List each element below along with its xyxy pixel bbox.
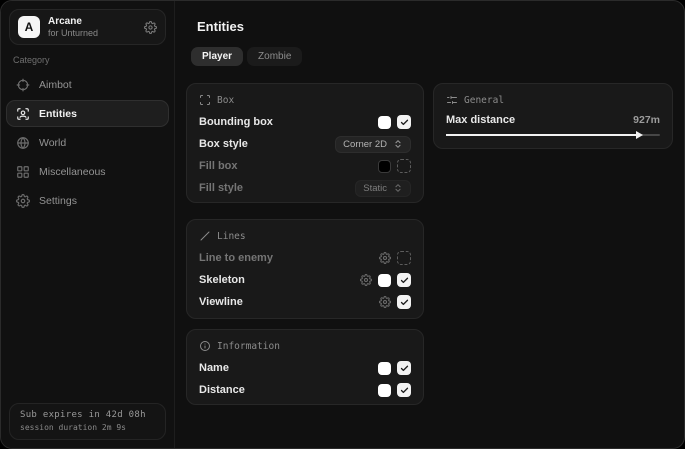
fill-box-color-swatch[interactable]: [378, 160, 391, 173]
max-distance-slider[interactable]: [446, 134, 660, 136]
tab-zombie[interactable]: Zombie: [247, 47, 302, 66]
crosshair-icon: [16, 78, 30, 92]
row-label: Fill style: [199, 182, 243, 194]
page-title: Entities: [197, 19, 244, 34]
dropdown-value: Corner 2D: [343, 139, 387, 150]
app-subtitle: for Unturned: [48, 28, 136, 38]
sidebar-item-entities[interactable]: Entities: [6, 100, 169, 127]
row-label: Skeleton: [199, 274, 245, 286]
row-label: Line to enemy: [199, 252, 273, 264]
fill-style-dropdown[interactable]: Static: [355, 180, 411, 197]
row-distance: Distance: [199, 379, 411, 401]
sliders-icon: [446, 94, 458, 106]
diagonal-line-icon: [199, 230, 211, 242]
info-icon: [199, 340, 211, 352]
information-card: Information Name Distance: [186, 329, 424, 405]
section-title: Information: [217, 341, 280, 352]
row-max-distance: Max distance 927m: [446, 111, 660, 129]
sidebar-item-world[interactable]: World: [6, 129, 169, 156]
slider-fill: [446, 134, 641, 136]
row-bounding-box: Bounding box: [199, 111, 411, 133]
category-label: Category: [13, 55, 162, 65]
brand-gear-icon[interactable]: [144, 21, 157, 34]
distance-color-swatch[interactable]: [378, 384, 391, 397]
session-duration-text: session duration 2m 9s: [20, 423, 155, 432]
row-label: Max distance: [446, 114, 515, 126]
row-label: Distance: [199, 384, 245, 396]
brand-card: A Arcane for Unturned: [9, 9, 166, 45]
entity-tabs: Player Zombie: [191, 47, 302, 66]
app-name: Arcane: [48, 16, 136, 28]
row-viewline: Viewline: [199, 291, 411, 313]
brand-text: Arcane for Unturned: [48, 16, 136, 38]
line-to-enemy-checkbox[interactable]: [397, 251, 411, 265]
viewline-settings-gear-icon[interactable]: [379, 296, 391, 308]
section-title: Lines: [217, 231, 246, 242]
sidebar-item-label: World: [39, 137, 66, 149]
sidebar-nav: Aimbot Entities World Miscellaneous Sett…: [1, 71, 174, 214]
main-panel: Entities Player Zombie Box Bounding box …: [175, 1, 684, 448]
sidebar-item-settings[interactable]: Settings: [6, 187, 169, 214]
sidebar-item-label: Settings: [39, 195, 77, 207]
bounding-box-checkbox[interactable]: [397, 115, 411, 129]
box-style-dropdown[interactable]: Corner 2D: [335, 136, 411, 153]
row-name: Name: [199, 357, 411, 379]
sidebar-item-miscellaneous[interactable]: Miscellaneous: [6, 158, 169, 185]
sidebar-item-aimbot[interactable]: Aimbot: [6, 71, 169, 98]
fill-box-checkbox[interactable]: [397, 159, 411, 173]
row-label: Name: [199, 362, 229, 374]
sidebar-item-label: Aimbot: [39, 79, 72, 91]
lines-card-header: Lines: [199, 228, 411, 244]
general-card-header: General: [446, 92, 660, 108]
tab-player[interactable]: Player: [191, 47, 243, 66]
viewline-checkbox[interactable]: [397, 295, 411, 309]
skeleton-settings-gear-icon[interactable]: [360, 274, 372, 286]
box-card: Box Bounding box Box style Corner 2D Fil…: [186, 83, 424, 203]
row-label: Viewline: [199, 296, 243, 308]
lines-card: Lines Line to enemy Skeleton Viewline: [186, 219, 424, 319]
row-box-style: Box style Corner 2D: [199, 133, 411, 155]
row-line-to-enemy: Line to enemy: [199, 247, 411, 269]
general-card: General Max distance 927m: [433, 83, 673, 149]
skeleton-color-swatch[interactable]: [378, 274, 391, 287]
app-window: A Arcane for Unturned Category Aimbot En…: [0, 0, 685, 449]
sidebar: A Arcane for Unturned Category Aimbot En…: [1, 1, 175, 448]
sub-expiry-text: Sub expires in 42d 08h: [20, 410, 155, 420]
globe-icon: [16, 136, 30, 150]
chevrons-up-down-icon: [393, 183, 403, 193]
row-fill-box: Fill box: [199, 155, 411, 177]
app-logo: A: [18, 16, 40, 38]
chevrons-up-down-icon: [393, 139, 403, 149]
subscription-status-card: Sub expires in 42d 08h session duration …: [9, 403, 166, 440]
line-to-enemy-settings-gear-icon[interactable]: [379, 252, 391, 264]
name-checkbox[interactable]: [397, 361, 411, 375]
box-card-header: Box: [199, 92, 411, 108]
person-scan-icon: [16, 107, 30, 121]
distance-checkbox[interactable]: [397, 383, 411, 397]
sidebar-item-label: Miscellaneous: [39, 166, 106, 178]
row-label: Box style: [199, 138, 248, 150]
max-distance-value: 927m: [633, 114, 660, 126]
corners-icon: [199, 94, 211, 106]
slider-thumb[interactable]: [636, 131, 643, 139]
section-title: Box: [217, 95, 234, 106]
skeleton-checkbox[interactable]: [397, 273, 411, 287]
row-skeleton: Skeleton: [199, 269, 411, 291]
grid-icon: [16, 165, 30, 179]
dropdown-value: Static: [363, 183, 387, 194]
section-title: General: [464, 95, 504, 106]
name-color-swatch[interactable]: [378, 362, 391, 375]
row-label: Bounding box: [199, 116, 273, 128]
row-fill-style: Fill style Static: [199, 177, 411, 199]
sidebar-item-label: Entities: [39, 108, 77, 120]
gear-icon: [16, 194, 30, 208]
information-card-header: Information: [199, 338, 411, 354]
row-label: Fill box: [199, 160, 238, 172]
bounding-box-color-swatch[interactable]: [378, 116, 391, 129]
